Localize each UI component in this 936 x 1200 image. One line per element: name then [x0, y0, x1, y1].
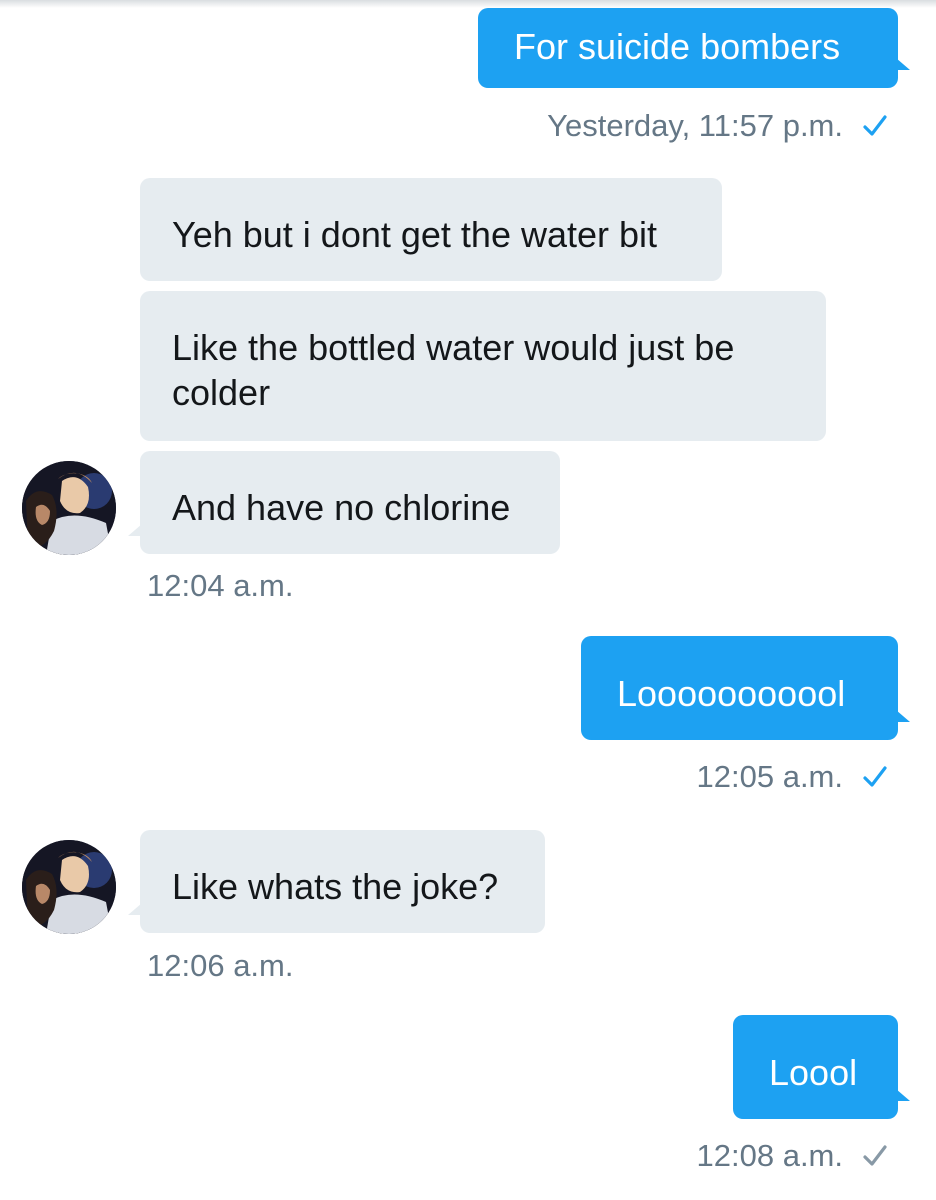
- avatar[interactable]: [22, 461, 116, 555]
- outgoing-message-bubble[interactable]: Looooooooool: [581, 636, 910, 740]
- check-icon: [863, 766, 887, 787]
- message-text: Like the bottled water would just be col…: [172, 327, 735, 413]
- message-text: Yeh but i dont get the water bit: [172, 214, 658, 255]
- message-timestamp: Yesterday, 11:57 p.m.: [547, 108, 889, 144]
- message-timestamp: 12:04 a.m.: [147, 568, 294, 603]
- message-timestamp: 12:06 a.m.: [147, 948, 294, 983]
- incoming-message-bubble[interactable]: Like whats the joke?: [128, 830, 545, 933]
- message-text: And have no chlorine: [172, 487, 511, 528]
- avatar[interactable]: [22, 840, 116, 934]
- outgoing-message-bubble[interactable]: For suicide bombers: [478, 8, 910, 88]
- incoming-message-bubble[interactable]: Like the bottled water would just be col…: [140, 291, 826, 441]
- incoming-message-bubble[interactable]: Yeh but i dont get the water bit: [140, 178, 722, 281]
- message-text: Loool: [769, 1052, 858, 1093]
- avatar-photo: [22, 840, 116, 934]
- outgoing-message-bubble[interactable]: Loool: [733, 1015, 910, 1119]
- message-text: Like whats the joke?: [172, 866, 499, 907]
- check-icon: [863, 1145, 887, 1166]
- message-timestamp: 12:05 a.m.: [697, 759, 889, 795]
- message-timestamp: 12:08 a.m.: [697, 1138, 889, 1174]
- check-icon: [863, 115, 887, 136]
- message-text: Looooooooool: [617, 673, 846, 714]
- incoming-message-bubble[interactable]: And have no chlorine: [128, 451, 560, 554]
- conversation-screen: For suicide bombers Yesterday, 11:57 p.m…: [0, 0, 936, 1200]
- avatar-photo: [22, 461, 116, 555]
- message-text: For suicide bombers: [514, 26, 841, 67]
- top-bar-shadow: [0, 0, 936, 8]
